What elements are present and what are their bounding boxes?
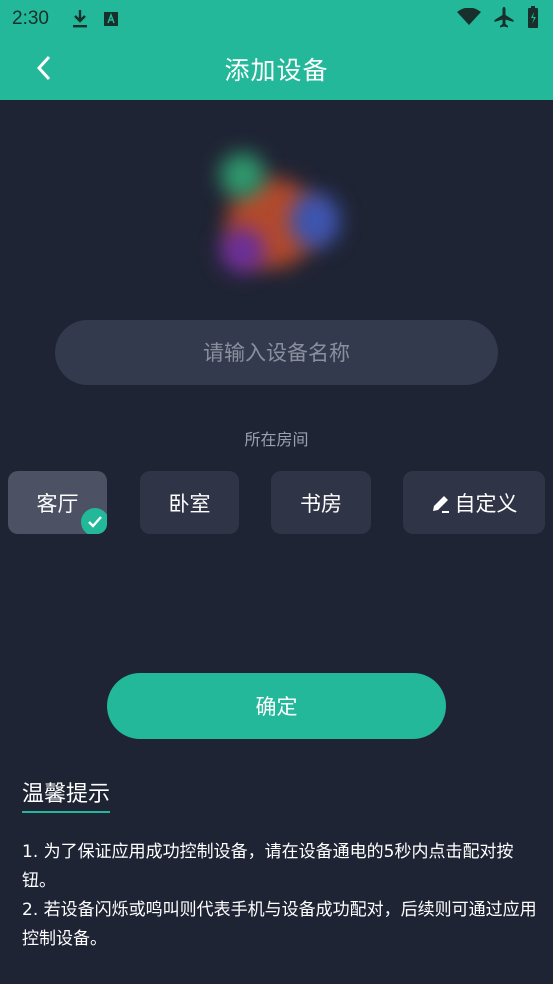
room-option-custom[interactable]: 自定义: [403, 471, 545, 534]
status-right-icons: [457, 6, 539, 32]
chevron-left-icon: [36, 55, 52, 85]
room-option-study[interactable]: 书房: [271, 471, 371, 534]
room-option-label: 自定义: [454, 491, 518, 516]
pencil-icon: [431, 493, 451, 513]
page-title: 添加设备: [224, 56, 329, 85]
status-bar: 2:30: [0, 0, 553, 38]
tip-line: 2. 若设备闪烁或鸣叫则代表手机与设备成功配对，后续则可通过应用控制设备。: [22, 900, 537, 949]
back-button[interactable]: [24, 50, 64, 90]
room-label: 所在房间: [244, 430, 309, 449]
tips-title: 温馨提示: [22, 776, 111, 813]
room-option-living-room[interactable]: 客厅: [8, 471, 107, 534]
app-header: 添加设备: [0, 38, 553, 100]
room-option-bedroom[interactable]: 卧室: [140, 471, 239, 534]
wifi-icon: [457, 7, 481, 30]
a-box-icon: [103, 11, 119, 27]
tip-line: 1. 为了保证应用成功控制设备，请在设备通电的5秒内点击配对按钮。: [22, 842, 514, 891]
room-option-label: 书房: [300, 491, 342, 516]
check-icon: [81, 508, 107, 534]
confirm-button[interactable]: 确定: [107, 673, 446, 739]
airplane-icon: [493, 6, 515, 32]
download-icon: [71, 9, 89, 29]
status-time: 2:30: [12, 8, 49, 29]
device-image: [205, 148, 355, 278]
room-option-label: 卧室: [168, 491, 211, 516]
device-name-input[interactable]: [55, 320, 498, 385]
room-option-label: 客厅: [36, 491, 79, 516]
tips-body: 1. 为了保证应用成功控制设备，请在设备通电的5秒内点击配对按钮。 2. 若设备…: [22, 838, 547, 954]
battery-icon: [527, 6, 539, 32]
